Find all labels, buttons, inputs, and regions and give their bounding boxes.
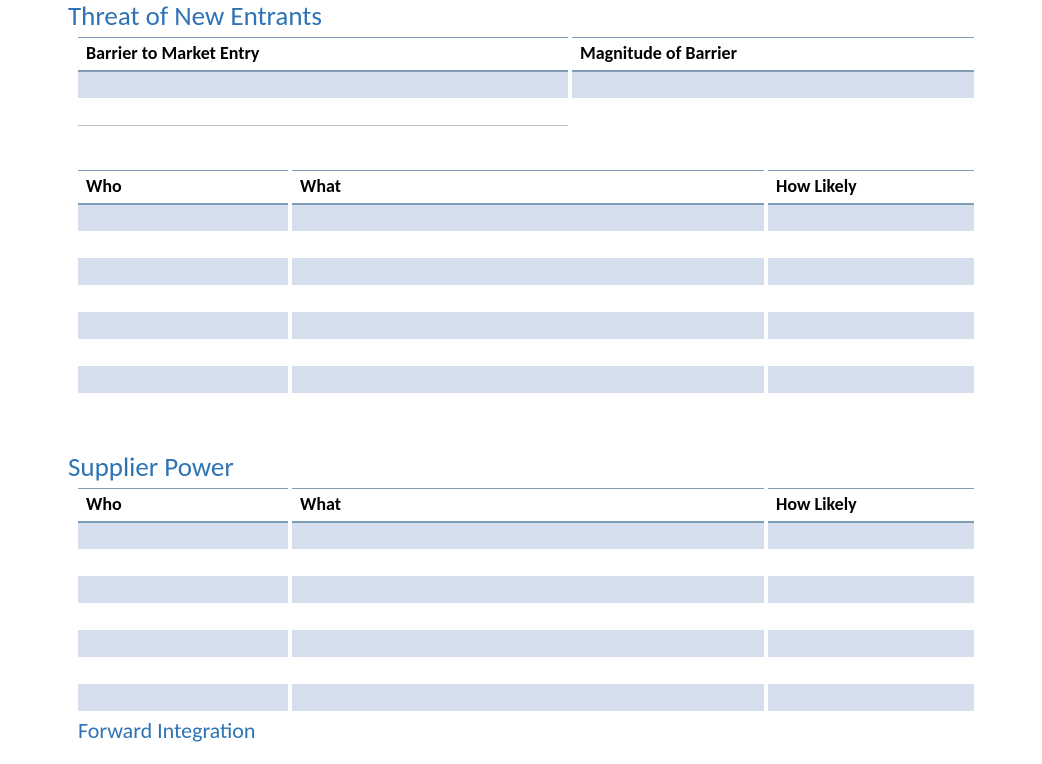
table-row bbox=[78, 549, 974, 576]
table-row bbox=[78, 366, 974, 393]
who-cell[interactable] bbox=[78, 684, 290, 711]
spacer bbox=[68, 126, 974, 168]
table-row bbox=[78, 522, 974, 549]
table-row bbox=[78, 603, 974, 630]
how-likely-cell[interactable] bbox=[766, 231, 974, 258]
table-row bbox=[78, 98, 974, 125]
table-row bbox=[78, 657, 974, 684]
table-row bbox=[78, 71, 974, 98]
magnitude-cell[interactable] bbox=[570, 98, 974, 125]
who-cell[interactable] bbox=[78, 603, 290, 630]
what-cell[interactable] bbox=[290, 258, 766, 285]
who-cell[interactable] bbox=[78, 339, 290, 366]
what-cell[interactable] bbox=[290, 630, 766, 657]
barrier-header-barrier: Barrier to Market Entry bbox=[78, 38, 570, 72]
how-likely-cell[interactable] bbox=[766, 285, 974, 312]
what-cell[interactable] bbox=[290, 339, 766, 366]
how-likely-cell[interactable] bbox=[766, 204, 974, 231]
what-cell[interactable] bbox=[290, 366, 766, 393]
how-likely-cell[interactable] bbox=[766, 684, 974, 711]
what-cell[interactable] bbox=[290, 285, 766, 312]
what-cell[interactable] bbox=[290, 204, 766, 231]
barrier-table: Barrier to Market Entry Magnitude of Bar… bbox=[78, 37, 974, 126]
how-likely-cell[interactable] bbox=[766, 339, 974, 366]
who-cell[interactable] bbox=[78, 630, 290, 657]
what-cell[interactable] bbox=[290, 576, 766, 603]
how-likely-cell[interactable] bbox=[766, 366, 974, 393]
table-row bbox=[78, 630, 974, 657]
suppliers-header-what: What bbox=[290, 488, 766, 522]
how-likely-cell[interactable] bbox=[766, 576, 974, 603]
table-row bbox=[78, 576, 974, 603]
suppliers-header-who: Who bbox=[78, 488, 290, 522]
how-likely-cell[interactable] bbox=[766, 258, 974, 285]
how-likely-cell[interactable] bbox=[766, 549, 974, 576]
suppliers-table-header-row: Who What How Likely bbox=[78, 488, 974, 522]
barrier-cell[interactable] bbox=[78, 98, 570, 125]
how-likely-cell[interactable] bbox=[766, 630, 974, 657]
who-cell[interactable] bbox=[78, 231, 290, 258]
who-cell[interactable] bbox=[78, 258, 290, 285]
table-row bbox=[78, 258, 974, 285]
what-cell[interactable] bbox=[290, 684, 766, 711]
what-cell[interactable] bbox=[290, 603, 766, 630]
who-cell[interactable] bbox=[78, 549, 290, 576]
page: Threat of New Entrants Barrier to Market… bbox=[0, 0, 1042, 764]
barrier-table-header-row: Barrier to Market Entry Magnitude of Bar… bbox=[78, 38, 974, 72]
entrants-header-how-likely: How Likely bbox=[766, 170, 974, 204]
heading-forward-integration: Forward Integration bbox=[78, 717, 974, 744]
entrants-header-what: What bbox=[290, 170, 766, 204]
magnitude-cell[interactable] bbox=[570, 71, 974, 98]
who-cell[interactable] bbox=[78, 285, 290, 312]
what-cell[interactable] bbox=[290, 549, 766, 576]
table-row bbox=[78, 204, 974, 231]
what-cell[interactable] bbox=[290, 312, 766, 339]
what-cell[interactable] bbox=[290, 231, 766, 258]
heading-threat-of-new-entrants: Threat of New Entrants bbox=[68, 0, 974, 33]
what-cell[interactable] bbox=[290, 657, 766, 684]
heading-supplier-power: Supplier Power bbox=[68, 451, 974, 484]
barrier-header-magnitude: Magnitude of Barrier bbox=[570, 38, 974, 72]
table-row bbox=[78, 339, 974, 366]
who-cell[interactable] bbox=[78, 366, 290, 393]
how-likely-cell[interactable] bbox=[766, 312, 974, 339]
who-cell[interactable] bbox=[78, 657, 290, 684]
what-cell[interactable] bbox=[290, 522, 766, 549]
how-likely-cell[interactable] bbox=[766, 603, 974, 630]
who-cell[interactable] bbox=[78, 204, 290, 231]
table-row bbox=[78, 312, 974, 339]
barrier-cell[interactable] bbox=[78, 71, 570, 98]
how-likely-cell[interactable] bbox=[766, 657, 974, 684]
spacer bbox=[68, 393, 974, 451]
how-likely-cell[interactable] bbox=[766, 522, 974, 549]
table-row bbox=[78, 285, 974, 312]
suppliers-table: Who What How Likely bbox=[78, 488, 974, 711]
entrants-table-header-row: Who What How Likely bbox=[78, 170, 974, 204]
entrants-header-who: Who bbox=[78, 170, 290, 204]
table-row bbox=[78, 684, 974, 711]
entrants-table: Who What How Likely bbox=[78, 170, 974, 393]
table-row bbox=[78, 231, 974, 258]
suppliers-header-how-likely: How Likely bbox=[766, 488, 974, 522]
who-cell[interactable] bbox=[78, 576, 290, 603]
who-cell[interactable] bbox=[78, 312, 290, 339]
who-cell[interactable] bbox=[78, 522, 290, 549]
